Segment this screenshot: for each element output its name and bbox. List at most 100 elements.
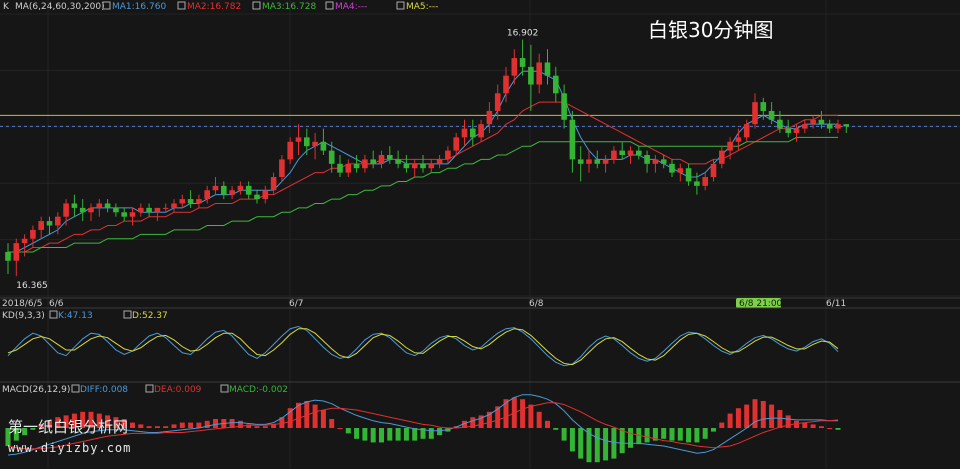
macd-bar-66 [553, 428, 559, 430]
candle-body [511, 58, 518, 76]
candle-37 [312, 132, 318, 160]
chart-title: 白银30分钟图 [648, 18, 773, 42]
candle-17 [146, 203, 152, 217]
legend-ma2: MA2:16.782 [187, 2, 241, 12]
kd-d-line [7, 328, 839, 366]
candle-body [420, 163, 426, 169]
candle-body [577, 159, 584, 164]
macd-bar-82 [686, 428, 692, 443]
candle-body [719, 150, 725, 164]
candle-body [312, 141, 318, 147]
macd-bar-18 [154, 426, 160, 428]
macd-bar-41 [345, 428, 351, 434]
candle-71 [594, 150, 601, 169]
macd-bar-81 [677, 428, 683, 441]
macd-bar-79 [661, 428, 667, 439]
macd-dea-checkbox[interactable] [145, 384, 154, 393]
candle-body [287, 141, 293, 160]
candle-79 [660, 155, 667, 169]
kd-title: KD(9,3,3) [2, 311, 45, 321]
candle-14 [121, 207, 127, 222]
candle-36 [304, 128, 310, 155]
candle-body [652, 159, 659, 164]
candle-body [138, 207, 144, 213]
candle-99 [826, 119, 833, 133]
candle-33 [279, 155, 285, 182]
macd-bar-30 [254, 426, 260, 428]
candle-12 [104, 199, 111, 213]
candle-body [818, 119, 825, 125]
macd-bar-75 [628, 428, 633, 448]
kd-d-checkbox[interactable] [123, 310, 132, 319]
ma4-checkbox[interactable] [325, 1, 334, 10]
candle-body [453, 137, 459, 151]
candle-22 [187, 190, 194, 208]
macd-diff-checkbox[interactable] [71, 384, 80, 393]
macd-bar-46 [387, 428, 393, 441]
candle-90 [752, 93, 758, 129]
macd-bar-84 [702, 428, 708, 439]
macd-dea-value: DEA:0.009 [154, 385, 202, 395]
macd-bar-25 [213, 419, 218, 428]
kd-layer [7, 325, 839, 367]
candle-body [345, 163, 352, 173]
candle-43 [362, 155, 368, 173]
candle-body [569, 119, 576, 160]
ma5-checkbox[interactable] [396, 1, 405, 10]
candle-body [328, 150, 335, 164]
macd-bar-68 [569, 428, 575, 452]
candle-body [71, 203, 78, 208]
candle-body [611, 150, 617, 160]
candle-body [835, 124, 841, 129]
candle-96 [802, 119, 808, 133]
candle-69 [577, 146, 584, 182]
candle-body [46, 221, 53, 226]
candle-body [370, 159, 376, 164]
candle-body [544, 62, 551, 76]
kd-k-value: K:47.13 [58, 311, 93, 321]
watermark-url: www.diyizby.com [8, 441, 132, 455]
candle-body [826, 124, 833, 129]
candle-body [162, 207, 169, 209]
candle-body [262, 190, 269, 200]
candle-body [353, 163, 360, 169]
chart-canvas: K MA(6,24,60,30,200) MA1:16.760 MA2:16.7… [0, 0, 960, 469]
macd-bar-42 [354, 428, 360, 439]
macd-bar-48 [403, 428, 409, 441]
candle-body [13, 243, 20, 261]
candle-31 [262, 185, 269, 204]
candle-body [602, 159, 609, 164]
candle-44 [370, 150, 376, 169]
macd-bar-28 [237, 420, 243, 428]
candle-body [179, 199, 186, 204]
candle-34 [287, 137, 293, 164]
candle-body [237, 185, 244, 191]
candle-body [702, 177, 708, 186]
macd-bar-96 [802, 422, 808, 428]
macd-hist-checkbox[interactable] [220, 384, 229, 393]
macd-bar-95 [794, 420, 799, 428]
ma3-checkbox[interactable] [252, 1, 261, 10]
candle-77 [644, 150, 650, 173]
macd-bar-17 [146, 426, 152, 428]
candle-72 [602, 155, 609, 173]
macd-bar-15 [130, 422, 135, 428]
macd-bar-37 [312, 404, 318, 428]
candle-80 [669, 159, 675, 178]
candle-body [644, 155, 650, 164]
macd-bar-88 [735, 408, 741, 428]
candle-body [735, 137, 742, 142]
macd-bar-39 [329, 419, 335, 428]
candle-body [594, 159, 601, 164]
kd-k-checkbox[interactable] [49, 310, 58, 319]
candle-body [378, 155, 385, 164]
candle-body [586, 159, 592, 164]
ma2-checkbox[interactable] [177, 1, 186, 10]
candle-body [204, 190, 210, 200]
candle-body [63, 203, 69, 217]
candle-55 [461, 119, 468, 147]
kd-k-line [7, 325, 839, 367]
candle-58 [486, 102, 493, 133]
high-price-label: 16.902 [507, 29, 539, 39]
candle-64 [536, 53, 542, 94]
